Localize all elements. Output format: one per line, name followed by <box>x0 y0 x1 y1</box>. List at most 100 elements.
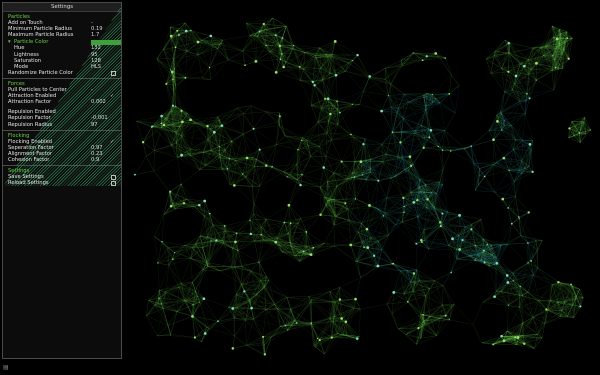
particle-link <box>451 260 476 273</box>
particle-link <box>167 311 178 326</box>
particle-link <box>289 149 299 175</box>
particle-link <box>390 178 404 198</box>
particle-link <box>451 74 460 86</box>
particle-link <box>311 299 330 319</box>
particle-link <box>167 315 193 326</box>
particle-link <box>253 128 277 145</box>
particle-link <box>265 218 278 238</box>
particle-link <box>253 213 255 242</box>
particle-link <box>308 296 333 303</box>
simulation-canvas[interactable]: Settings Particles Add on Touch - Minimu… <box>0 0 600 375</box>
particle-link <box>256 144 277 160</box>
particle-link <box>268 280 275 305</box>
particle-link <box>493 139 505 159</box>
particle-link <box>416 248 430 271</box>
particle-link <box>234 166 255 186</box>
particle-link <box>242 113 245 135</box>
particle-link <box>134 170 154 175</box>
particle-link <box>416 216 418 244</box>
particle-link <box>311 291 330 300</box>
particle-link <box>146 303 162 316</box>
particle-link <box>520 235 543 241</box>
particle-link <box>325 156 342 162</box>
particle-link <box>359 78 370 105</box>
particle-link <box>337 124 354 138</box>
particle-link <box>283 149 299 172</box>
particle-link <box>301 174 321 188</box>
particle-link <box>507 235 521 245</box>
particle-link <box>442 304 452 307</box>
particle-link <box>492 164 495 193</box>
particle-link <box>242 133 260 150</box>
particle-link <box>366 213 386 230</box>
particle-link <box>355 179 367 199</box>
particle-link <box>288 231 307 234</box>
particle-link <box>323 156 327 168</box>
particle-link <box>224 219 250 227</box>
particle-link <box>508 43 529 60</box>
particle-link <box>334 245 356 262</box>
particle-link <box>319 187 321 215</box>
particle-link <box>159 290 178 312</box>
particle-link <box>327 75 337 99</box>
particle-link <box>253 125 280 129</box>
particle-link <box>331 55 353 61</box>
particle-link <box>222 35 250 41</box>
particle-link <box>180 169 200 185</box>
particle-link <box>375 180 379 208</box>
particle-link <box>253 318 281 327</box>
particle-link <box>156 325 169 337</box>
particle-link <box>390 84 399 109</box>
particle-link <box>255 36 258 62</box>
particle-link <box>357 55 370 77</box>
particle-link <box>471 224 484 240</box>
particle-link <box>381 95 389 112</box>
particle-link <box>386 197 414 203</box>
particle-link <box>192 269 204 283</box>
particle-link <box>234 335 247 346</box>
particle-link <box>355 277 361 300</box>
particle-link <box>529 89 554 99</box>
particle-link <box>163 49 173 72</box>
particle-link <box>205 165 223 170</box>
particle-link <box>320 68 323 81</box>
particle-link <box>151 126 155 151</box>
particle-link <box>232 308 254 320</box>
particle-link <box>237 105 252 109</box>
particle-link <box>303 68 322 70</box>
particle-link <box>424 238 453 241</box>
particle-link <box>197 54 203 78</box>
particle-link <box>381 142 401 145</box>
particle-link <box>236 220 251 234</box>
particle-link <box>206 240 217 264</box>
particle-link <box>219 270 242 285</box>
particle-link <box>360 303 387 310</box>
particle-link <box>359 309 361 337</box>
particle-link <box>409 147 424 157</box>
particle-link <box>297 222 307 233</box>
particle-link <box>357 261 361 278</box>
particle-link <box>339 277 361 288</box>
particle-link <box>266 205 290 220</box>
particle-link <box>171 145 178 158</box>
particle-link <box>168 265 179 288</box>
particle-link <box>217 307 229 322</box>
particle-link <box>251 105 266 112</box>
particle-link <box>287 176 298 180</box>
particle-link <box>513 273 534 276</box>
particle-link <box>335 75 338 102</box>
particle-link <box>414 130 424 148</box>
particle-link <box>449 93 456 114</box>
particle-link <box>253 203 267 220</box>
particle-link <box>146 156 155 172</box>
particle-link <box>284 218 301 223</box>
particle-link <box>242 128 254 135</box>
particle-link <box>519 101 526 114</box>
particle-link <box>253 318 272 338</box>
particle-link <box>197 54 210 68</box>
particle-link <box>203 152 206 166</box>
particle-link <box>425 102 441 111</box>
particle-link <box>245 320 264 338</box>
particle-link <box>302 174 328 182</box>
particle-link <box>235 160 247 178</box>
